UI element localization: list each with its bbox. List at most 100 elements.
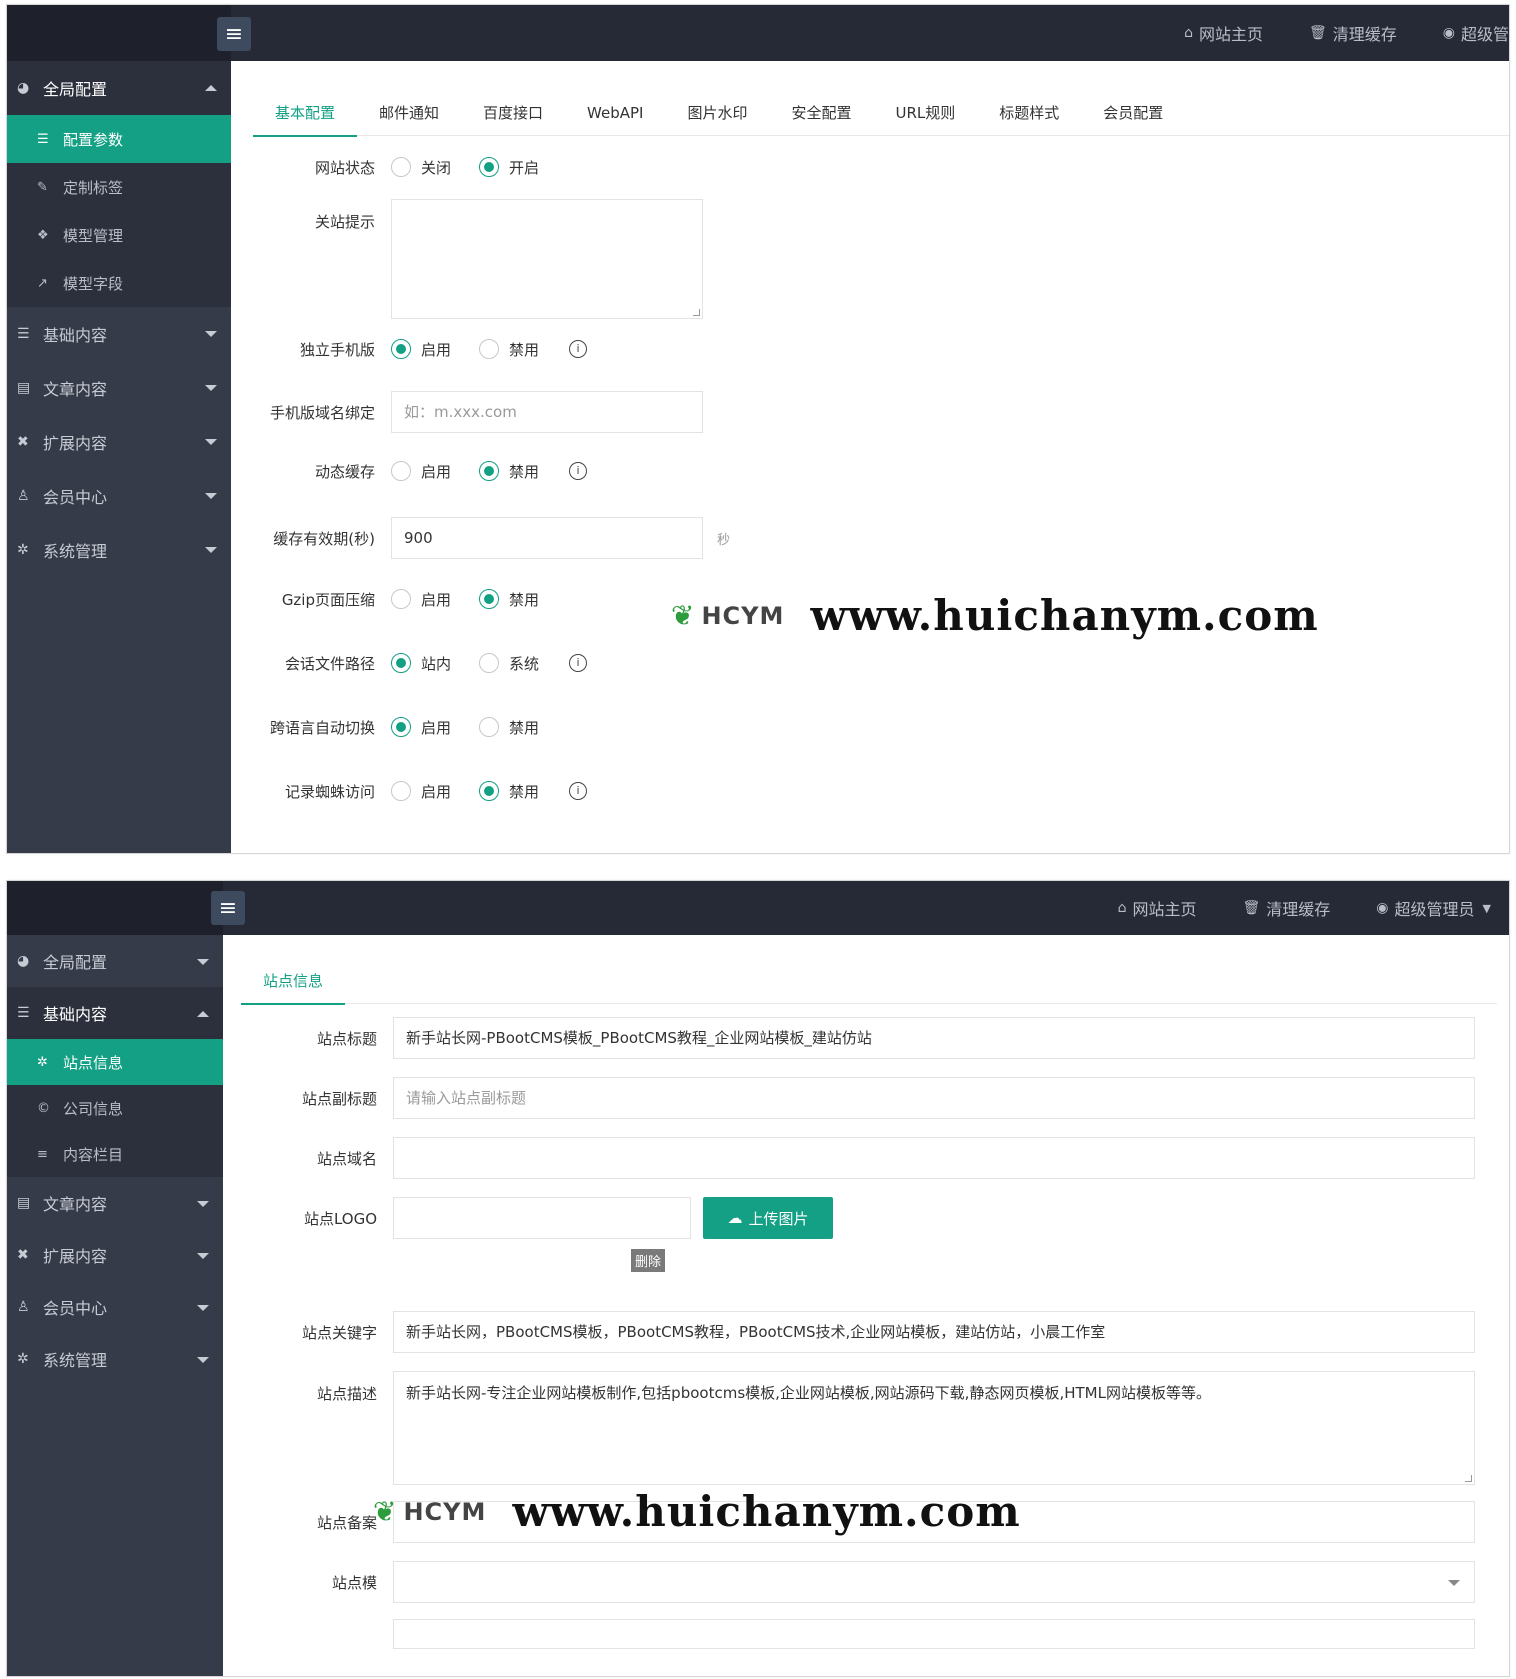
close-tip-textarea[interactable] [391, 199, 703, 319]
clear-cache-link[interactable]: 🗑 清理缓存 [1309, 21, 1397, 45]
site-domain-row: 站点域名 [223, 1137, 1475, 1179]
sidebar-item-content-columns[interactable]: ≡ 内容栏目 [7, 1131, 223, 1177]
site-logo-input[interactable] [393, 1197, 691, 1239]
config-tabs: 基本配置 邮件通知 百度接口 WebAPI 图片水印 安全配置 URL规则 标题… [253, 97, 1509, 137]
sidebar-group-members[interactable]: ♙ 会员中心 [7, 1281, 223, 1333]
file-icon: ▤ [17, 380, 31, 396]
globe-icon: ◕ [17, 953, 30, 969]
gzip-enable-radio[interactable]: 启用 [391, 589, 451, 610]
sidebar-item-model-manage[interactable]: ❖ 模型管理 [7, 211, 231, 259]
site-keywords-input[interactable]: 新手站长网，PBootCMS模板，PBootCMS教程，PBootCMS技术,企… [393, 1311, 1475, 1353]
user-icon: ♙ [17, 488, 30, 504]
home-icon: ⌂ [1184, 25, 1193, 41]
cache-time-input[interactable]: 900 [391, 517, 703, 559]
lang-switch-row: 跨语言自动切换 启用 禁用 [269, 717, 540, 738]
caret-down-icon [197, 1253, 209, 1259]
spider-log-disable-radio[interactable]: 禁用 [479, 781, 539, 802]
config-panel: ≡ ⌂ 网站主页 🗑 清理缓存 ◉ 超级管 ◕ 全局配置 ☰ 配置参数 ✎ 定制标签 ❖ 模型… [6, 4, 1510, 854]
sidebar-group-extensions[interactable]: ✖ 扩展内容 [7, 415, 231, 469]
sidebar-item-company-info[interactable]: © 公司信息 [7, 1085, 223, 1131]
site-status-off-radio[interactable]: 关闭 [391, 157, 451, 178]
sidebar-group-global[interactable]: ◕ 全局配置 [7, 935, 223, 987]
tab-title-style[interactable]: 标题样式 [977, 97, 1081, 135]
mobile-enable-radio[interactable]: 启用 [391, 339, 451, 360]
user-icon: ◉ [1442, 25, 1455, 41]
sidebar-group-members[interactable]: ♙ 会员中心 [7, 469, 231, 523]
upload-image-button[interactable]: ☁ 上传图片 [703, 1197, 833, 1239]
site-description-row: 站点描述 新手站长网-专注企业网站模板制作,包括pbootcms模板,企业网站模… [223, 1371, 1475, 1485]
sidebar-group-system[interactable]: ✲ 系统管理 [7, 523, 231, 577]
sidebar-group-articles[interactable]: ▤ 文章内容 [7, 1177, 223, 1229]
trash-icon: 🗑 [1242, 900, 1261, 916]
next-field-input[interactable] [393, 1619, 1475, 1649]
caret-up-icon [197, 1011, 209, 1017]
site-status-row: 网站状态 关闭 开启 [314, 157, 540, 178]
sidebar-group-extensions[interactable]: ✖ 扩展内容 [7, 1229, 223, 1281]
expand-icon: ✖ [17, 1247, 29, 1263]
info-icon[interactable]: i [569, 340, 588, 358]
admin-menu[interactable]: ◉ 超级管理员 ▼ [1376, 896, 1491, 920]
tab-watermark[interactable]: 图片水印 [665, 97, 769, 135]
tab-site-info[interactable]: 站点信息 [241, 965, 346, 1005]
sliders-icon: ☰ [17, 326, 30, 342]
site-title-input[interactable]: 新手站长网-PBootCMS模板_PBootCMS教程_企业网站模板_建站仿站 [393, 1017, 1475, 1059]
gear-icon: ✲ [37, 1054, 48, 1070]
spider-log-enable-radio[interactable]: 启用 [391, 781, 451, 802]
expand-icon: ✖ [17, 434, 29, 450]
menu-toggle-button[interactable]: ≡ [217, 17, 251, 51]
delete-logo-button[interactable]: 删除 [631, 1249, 666, 1272]
session-inner-radio[interactable]: 站内 [391, 653, 451, 674]
gzip-row: Gzip页面压缩 启用 禁用 [281, 589, 540, 610]
info-icon[interactable]: i [569, 462, 588, 480]
sidebar-item-config-params[interactable]: ☰ 配置参数 [7, 115, 231, 163]
copyright-icon: © [37, 1100, 50, 1116]
tab-webapi[interactable]: WebAPI [565, 97, 665, 135]
sidebar-group-articles[interactable]: ▤ 文章内容 [7, 361, 231, 415]
site-title-row: 站点标题 新手站长网-PBootCMS模板_PBootCMS教程_企业网站模板_… [223, 1017, 1475, 1059]
menu-toggle-button[interactable]: ≡ [211, 891, 245, 925]
sidebar-item-site-info[interactable]: ✲ 站点信息 [7, 1039, 223, 1085]
lang-switch-enable-radio[interactable]: 启用 [391, 717, 451, 738]
tab-mail[interactable]: 邮件通知 [357, 97, 461, 135]
site-template-row: 站点模 [223, 1561, 1475, 1603]
site-home-link[interactable]: ⌂ 网站主页 [1118, 896, 1197, 920]
admin-menu[interactable]: ◉ 超级管 [1443, 21, 1509, 45]
sidebar-group-basic[interactable]: ☰ 基础内容 [7, 987, 223, 1039]
site-logo-row: 站点LOGO ☁ 上传图片 [223, 1197, 833, 1239]
site-subtitle-input[interactable]: 请输入站点副标题 [393, 1077, 1475, 1119]
tab-member[interactable]: 会员配置 [1081, 97, 1185, 135]
user-icon: ◉ [1376, 900, 1389, 916]
tab-security[interactable]: 安全配置 [770, 97, 874, 135]
info-icon[interactable]: i [569, 654, 588, 672]
clear-cache-link[interactable]: 🗑 清理缓存 [1243, 896, 1331, 920]
tab-baidu[interactable]: 百度接口 [461, 97, 565, 135]
caret-down-icon [197, 1201, 209, 1207]
sidebar-group-system[interactable]: ✲ 系统管理 [7, 1333, 223, 1385]
cube-icon: ❖ [37, 227, 49, 243]
info-icon[interactable]: i [569, 782, 588, 800]
watermark-url: www.huichanym.com [512, 1487, 1021, 1536]
sidebar-group-basic[interactable]: ☰ 基础内容 [7, 307, 231, 361]
gzip-disable-radio[interactable]: 禁用 [479, 589, 539, 610]
site-domain-input[interactable] [393, 1137, 1475, 1179]
site-description-textarea[interactable]: 新手站长网-专注企业网站模板制作,包括pbootcms模板,企业网站模板,网站源… [393, 1371, 1475, 1485]
wrench-icon: ✎ [37, 179, 48, 195]
site-home-link[interactable]: ⌂ 网站主页 [1184, 21, 1263, 45]
caret-down-icon [205, 547, 217, 553]
mobile-disable-radio[interactable]: 禁用 [479, 339, 539, 360]
dynamic-cache-enable-radio[interactable]: 启用 [391, 461, 451, 482]
sidebar-group-global[interactable]: ◕ 全局配置 [7, 61, 231, 115]
tab-basic[interactable]: 基本配置 [253, 97, 358, 137]
tab-url-rules[interactable]: URL规则 [874, 97, 978, 135]
dynamic-cache-disable-radio[interactable]: 禁用 [479, 461, 539, 482]
sidebar-item-model-fields[interactable]: ↗ 模型字段 [7, 259, 231, 307]
session-system-radio[interactable]: 系统 [479, 653, 539, 674]
sidebar-item-custom-tags[interactable]: ✎ 定制标签 [7, 163, 231, 211]
lang-switch-disable-radio[interactable]: 禁用 [479, 717, 539, 738]
list-icon: ≡ [37, 1146, 48, 1162]
site-status-on-radio[interactable]: 开启 [479, 157, 539, 178]
site-template-select[interactable] [393, 1561, 1475, 1603]
sidebar-submenu: ✲ 站点信息 © 公司信息 ≡ 内容栏目 [7, 1039, 223, 1177]
mobile-domain-input[interactable]: 如：m.xxx.com [391, 391, 703, 433]
top-bar: ≡ ⌂ 网站主页 🗑 清理缓存 ◉ 超级管理员 ▼ [7, 881, 1509, 935]
